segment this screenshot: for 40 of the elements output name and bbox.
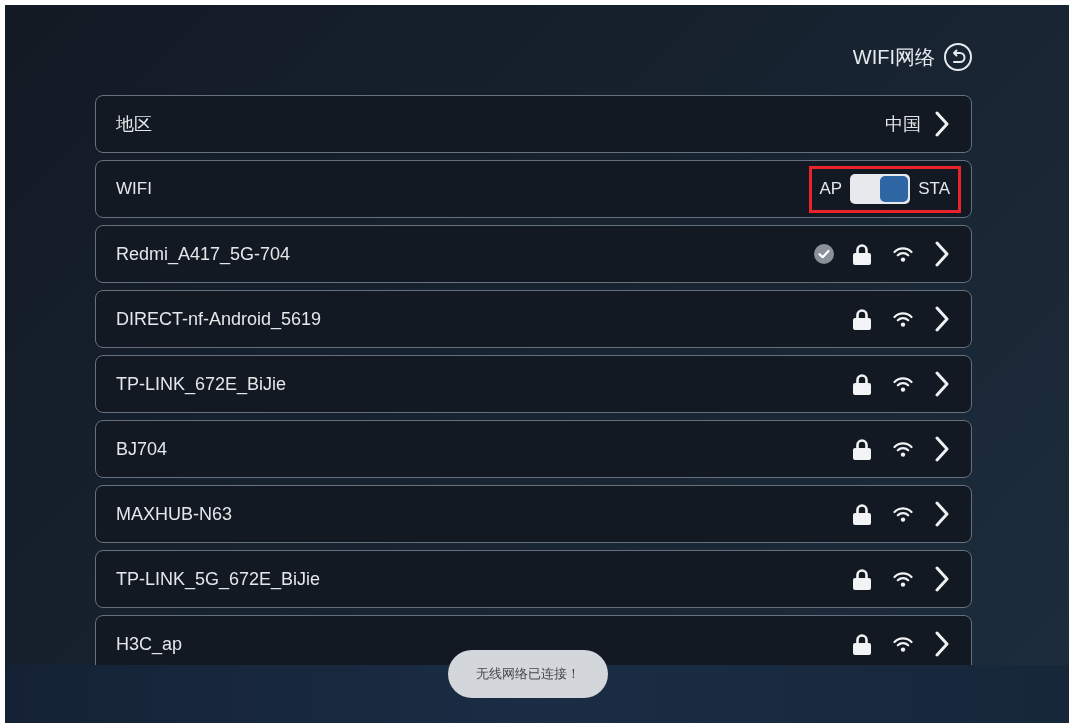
wifi-signal-icon [893, 246, 913, 262]
chevron-right-icon [935, 631, 949, 657]
wifi-signal-icon [893, 376, 913, 392]
network-name: DIRECT-nf-Android_5619 [116, 307, 322, 332]
chevron-right-icon [935, 111, 949, 137]
chevron-right-icon [935, 566, 949, 592]
mode-toggle[interactable] [850, 174, 911, 204]
network-row[interactable]: TP-LINK_5G_672E_BiJie [95, 550, 972, 608]
network-name: Redmi_A417_5G-704 [116, 242, 291, 267]
option-label: STA [918, 178, 950, 201]
wifi-signal-icon [893, 636, 913, 652]
network-row[interactable]: BJ704 [95, 420, 972, 478]
toast-message: 无线网络已连接！ [448, 650, 608, 698]
network-row[interactable]: DIRECT-nf-Android_5619 [95, 290, 972, 348]
network-name: H3C_ap [116, 632, 183, 657]
row-label: WIFI [116, 178, 152, 201]
back-icon [943, 42, 973, 72]
wifi-signal-icon [893, 571, 913, 587]
network-row[interactable]: Redmi_A417_5G-704 [95, 225, 972, 283]
page-title: WIFI网络 [852, 47, 935, 67]
chevron-right-icon [935, 371, 949, 397]
network-row[interactable]: MAXHUB-N63 [95, 485, 972, 543]
chevron-right-icon [935, 306, 949, 332]
row-label: 地区 [116, 112, 152, 136]
wifi-signal-icon [893, 441, 913, 457]
network-row[interactable]: H3C_ap [95, 615, 972, 665]
network-name: TP-LINK_5G_672E_BiJie [116, 567, 321, 592]
option-label: AP [819, 178, 843, 201]
wifi-signal-icon [893, 311, 913, 327]
wifi-signal-icon [893, 506, 913, 522]
region-row[interactable]: 地区 中国 [95, 95, 972, 153]
chevron-right-icon [935, 501, 949, 527]
network-name: MAXHUB-N63 [116, 502, 233, 526]
chevron-right-icon [935, 241, 949, 267]
region-value: 中国 [885, 112, 921, 136]
network-name: BJ704 [116, 437, 168, 461]
back-button[interactable] [943, 42, 973, 72]
network-name: TP-LINK_672E_BiJie [116, 372, 287, 397]
network-row[interactable]: TP-LINK_672E_BiJie [95, 355, 972, 413]
chevron-right-icon [935, 436, 949, 462]
